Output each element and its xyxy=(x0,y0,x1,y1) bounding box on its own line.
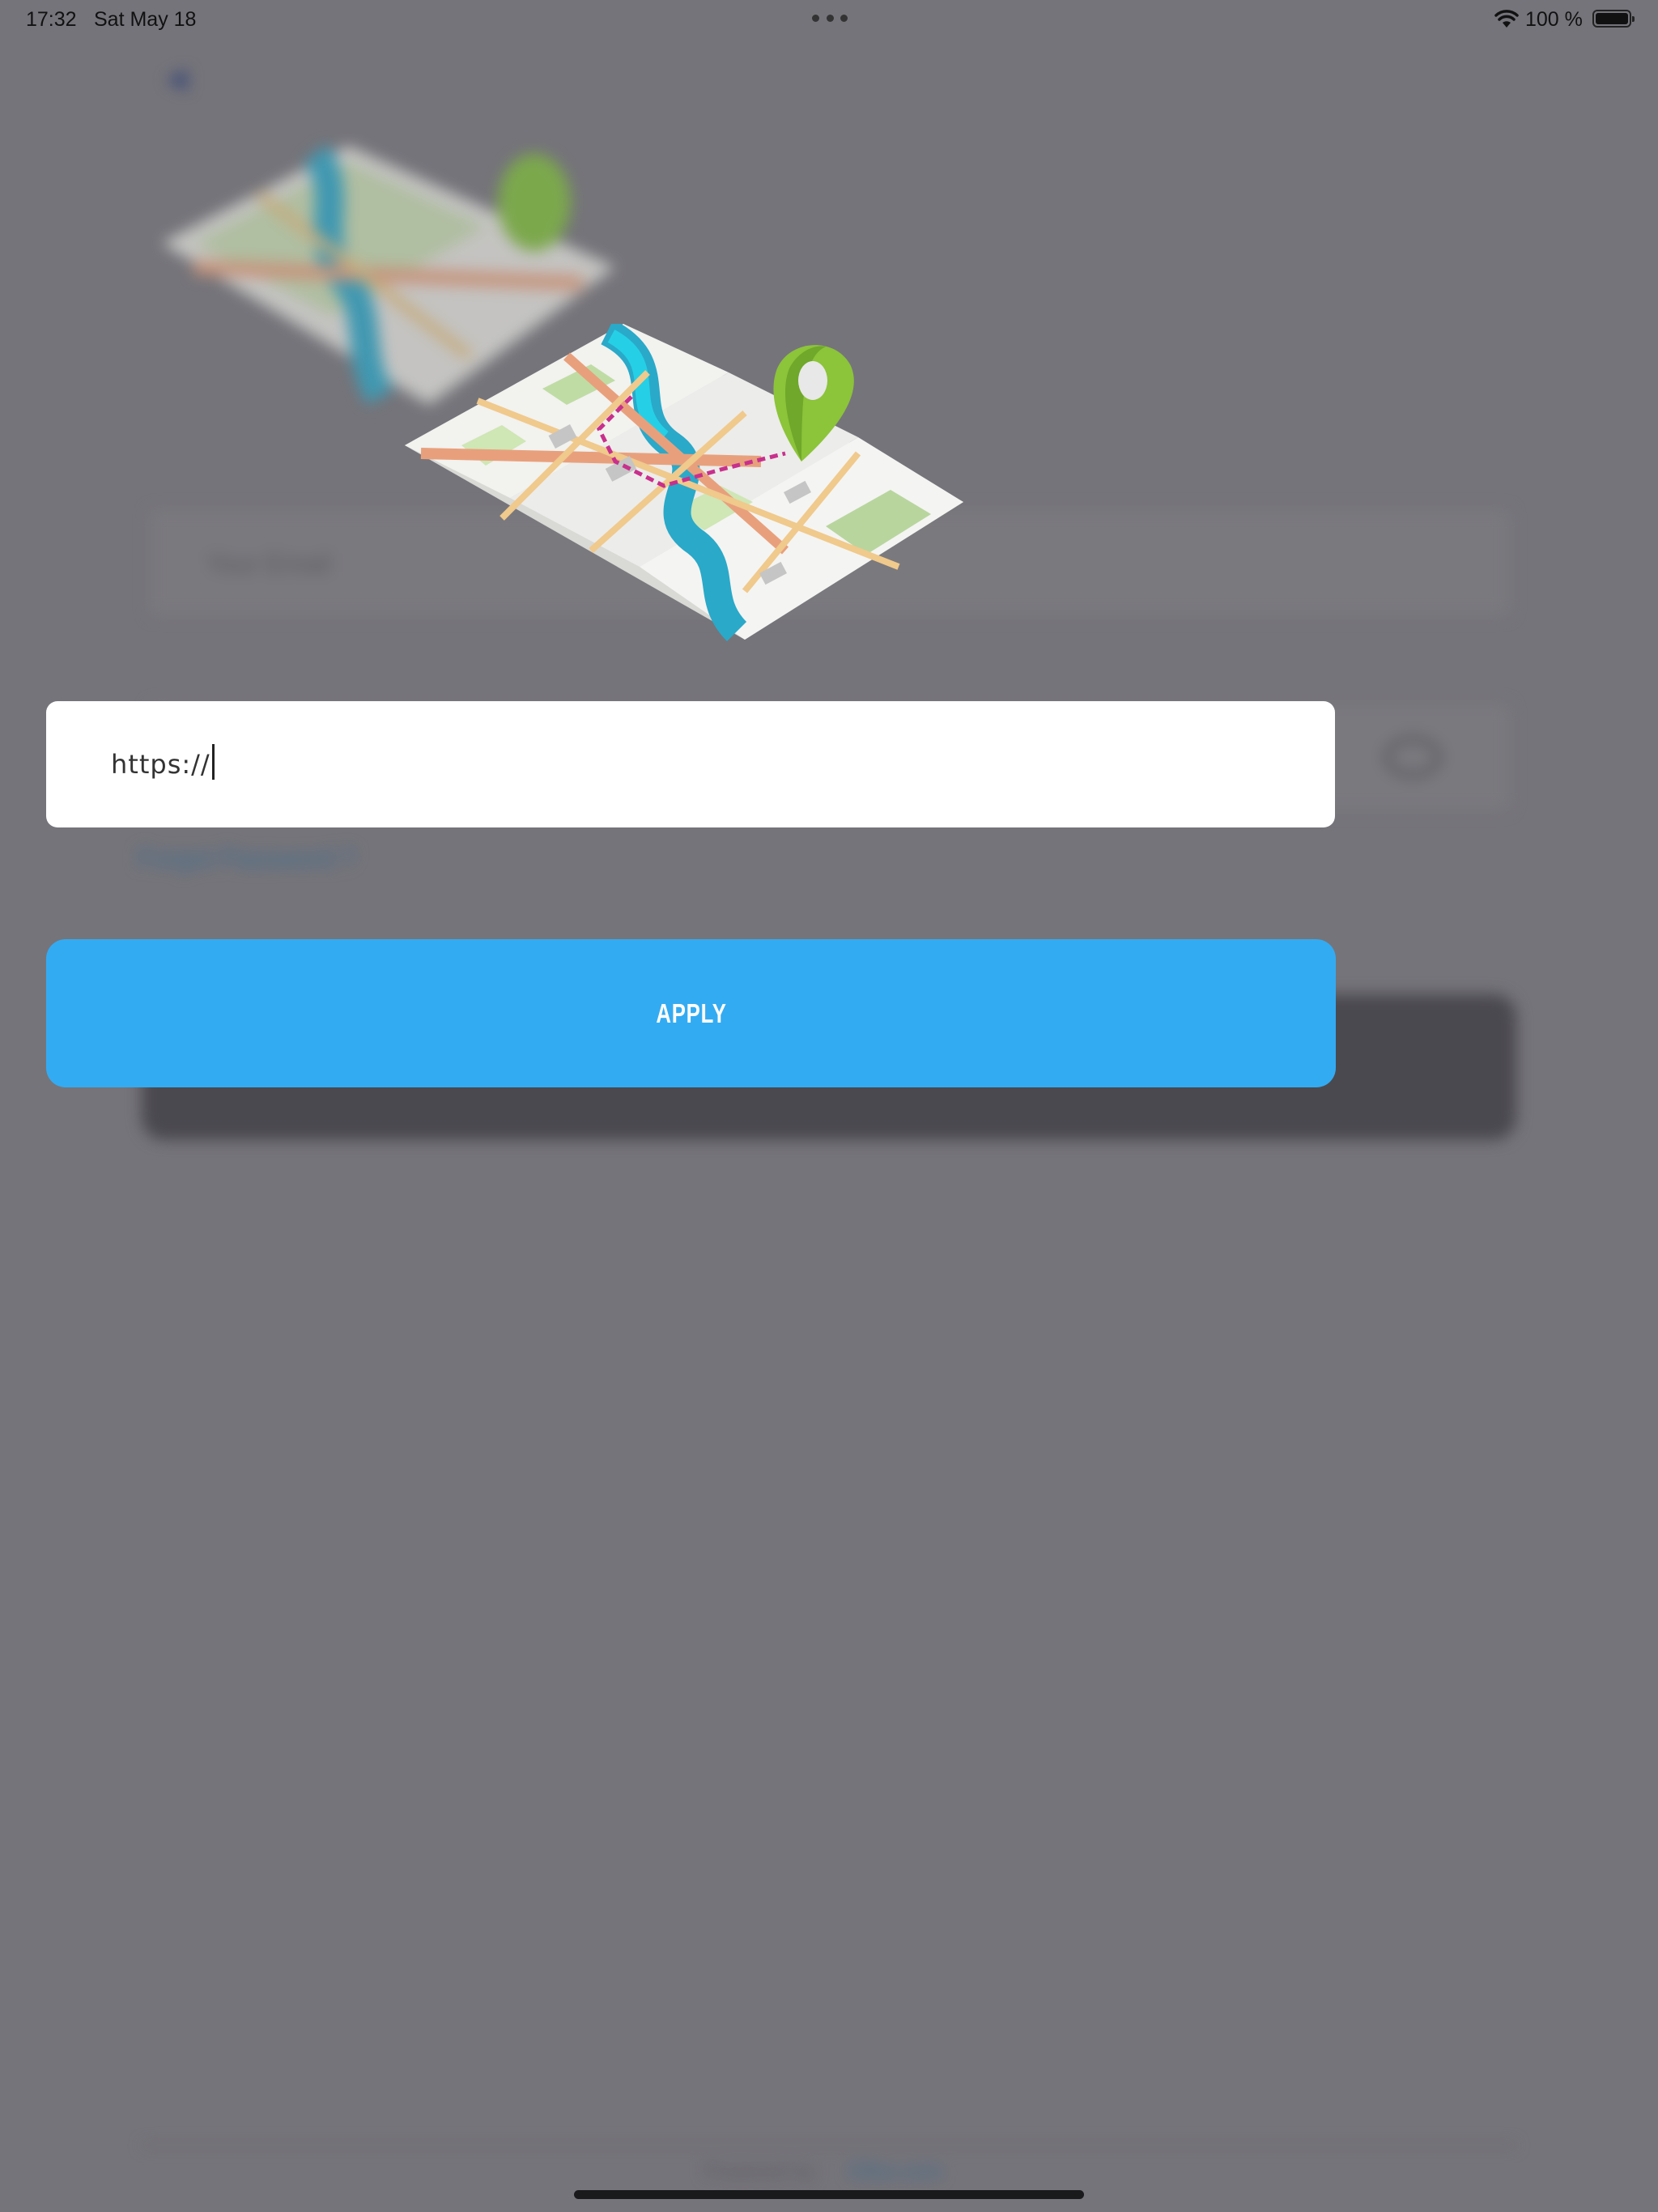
back-icon: ◀ xyxy=(166,63,188,94)
status-date: Sat May 18 xyxy=(94,8,197,31)
map-illustration xyxy=(405,324,963,642)
wifi-icon xyxy=(1494,10,1519,28)
battery-percentage: 100 % xyxy=(1525,8,1583,31)
status-bar: 17:32 Sat May 18 100 % xyxy=(0,0,1658,39)
apply-button-label: APPLY xyxy=(655,998,727,1028)
battery-icon xyxy=(1592,10,1635,28)
status-time: 17:32 xyxy=(26,8,77,31)
multitasking-dots-icon[interactable] xyxy=(812,15,848,23)
background-divider xyxy=(142,2144,1516,2146)
background-footer-text: Powered by xyxy=(704,2159,816,2183)
background-forgot-password-link: Forgot Password ? xyxy=(138,844,355,873)
eye-icon xyxy=(1384,737,1441,777)
server-url-field[interactable]: https:// xyxy=(46,701,1335,827)
background-email-placeholder: Your Email xyxy=(206,549,331,578)
home-indicator[interactable] xyxy=(574,2190,1084,2199)
server-url-input[interactable]: https:// xyxy=(111,744,215,780)
apply-button[interactable]: APPLY xyxy=(46,939,1336,1087)
background-footer-link: Ollos.com xyxy=(848,2159,942,2183)
text-caret xyxy=(211,744,215,780)
